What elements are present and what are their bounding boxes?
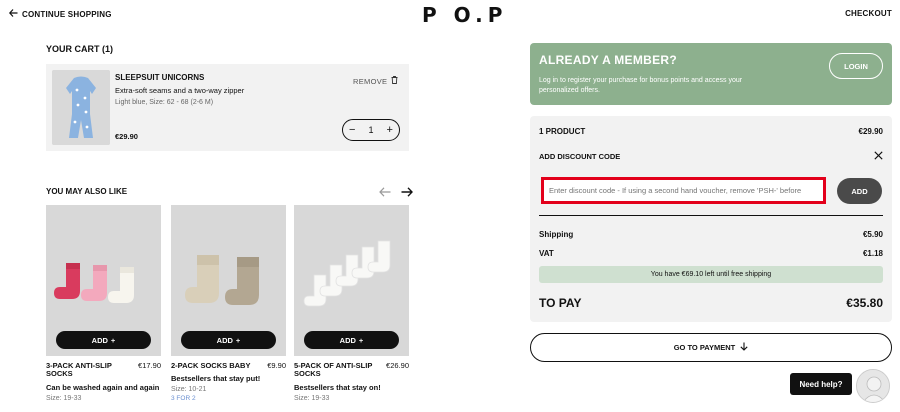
vat-line: VAT €1.18 bbox=[539, 249, 883, 258]
continue-shopping-link[interactable]: CONTINUE SHOPPING bbox=[8, 9, 112, 19]
discount-code-input[interactable] bbox=[541, 177, 826, 204]
discount-header: ADD DISCOUNT CODE bbox=[539, 152, 883, 161]
divider bbox=[539, 215, 883, 216]
go-to-payment-label: GO TO PAYMENT bbox=[673, 343, 736, 352]
close-icon[interactable] bbox=[874, 151, 883, 163]
apply-discount-button[interactable]: ADD bbox=[837, 178, 882, 204]
product-price: €9.90 bbox=[267, 361, 286, 370]
product-tagline: Can be washed again and again bbox=[46, 382, 160, 392]
product-info: 3-PACK ANTI-SLIP SOCKS €17.90 bbox=[46, 361, 161, 379]
plus-icon: + bbox=[358, 335, 364, 345]
product-size: Size: 19-33 bbox=[294, 394, 330, 402]
cart-item-name[interactable]: SLEEPSUIT UNICORNS bbox=[115, 73, 204, 82]
products-value: €29.90 bbox=[858, 127, 883, 136]
product-info: 2-PACK SOCKS BABY €9.90 bbox=[171, 361, 286, 370]
carousel-next-button[interactable] bbox=[401, 185, 413, 200]
login-button[interactable]: LOGIN bbox=[829, 53, 883, 79]
go-to-payment-button[interactable]: GO TO PAYMENT bbox=[530, 333, 892, 362]
shipping-line: Shipping €5.90 bbox=[539, 230, 883, 239]
cart-item-description: Extra-soft seams and a two-way zipper bbox=[115, 86, 245, 95]
checkout-label: CHECKOUT bbox=[845, 9, 892, 18]
vat-value: €1.18 bbox=[862, 249, 883, 258]
carousel-prev-button[interactable] bbox=[379, 185, 391, 200]
product-image[interactable]: ADD + bbox=[294, 205, 409, 356]
product-tagline: Bestsellers that stay put! bbox=[171, 374, 261, 384]
product-price: €17.90 bbox=[138, 361, 161, 370]
to-pay-value: €35.80 bbox=[846, 296, 883, 310]
need-help-button[interactable]: Need help? bbox=[790, 373, 852, 395]
decrease-quantity-button[interactable]: − bbox=[349, 124, 355, 136]
quantity-stepper: − 1 + bbox=[342, 119, 400, 141]
quantity-value: 1 bbox=[368, 125, 374, 135]
help-avatar[interactable] bbox=[856, 369, 890, 403]
member-text: Log in to register your purchase for bon… bbox=[539, 77, 743, 94]
increase-quantity-button[interactable]: + bbox=[387, 124, 393, 136]
plus-icon: + bbox=[110, 335, 116, 345]
product-info: 5-PACK OF ANTI-SLIP SOCKS €26.90 bbox=[294, 361, 409, 379]
discount-label: ADD DISCOUNT CODE bbox=[539, 152, 621, 161]
carousel-arrows bbox=[379, 185, 413, 200]
cart-item: SLEEPSUIT UNICORNS Extra-soft seams and … bbox=[46, 64, 409, 151]
products-line: 1 PRODUCT €29.90 bbox=[539, 127, 883, 136]
cart-item-price: €29.90 bbox=[115, 132, 138, 141]
product-card[interactable]: ADD + 5-PACK OF ANTI-SLIP SOCKS €26.90 B… bbox=[294, 205, 409, 402]
member-banner: ALREADY A MEMBER? Log in to register you… bbox=[530, 43, 892, 105]
product-image[interactable]: ADD + bbox=[171, 205, 286, 356]
products-label: 1 PRODUCT bbox=[539, 127, 586, 136]
arrow-left-icon bbox=[8, 9, 18, 19]
product-name[interactable]: 2-PACK SOCKS BABY bbox=[171, 361, 253, 370]
add-label: ADD bbox=[339, 335, 356, 345]
product-size: Size: 10-21 bbox=[171, 386, 207, 394]
product-name[interactable]: 3-PACK ANTI-SLIP SOCKS bbox=[46, 361, 128, 379]
recommendations-title: YOU MAY ALSO LIKE bbox=[46, 187, 128, 196]
top-bar: CONTINUE SHOPPING P O.P CHECKOUT bbox=[0, 0, 900, 30]
product-card[interactable]: ADD + 2-PACK SOCKS BABY €9.90 Bestseller… bbox=[171, 205, 286, 402]
product-image[interactable]: ADD + bbox=[46, 205, 161, 356]
product-size: Size: 19-33 bbox=[46, 394, 82, 402]
product-tagline: Bestsellers that stay on! bbox=[294, 382, 381, 392]
order-summary: 1 PRODUCT €29.90 ADD DISCOUNT CODE ADD S… bbox=[530, 116, 892, 322]
to-pay-line: TO PAY €35.80 bbox=[539, 296, 883, 310]
continue-shopping-label: CONTINUE SHOPPING bbox=[22, 9, 112, 19]
trash-icon bbox=[391, 76, 398, 86]
product-promo: 3 FOR 2 bbox=[171, 395, 196, 403]
product-card[interactable]: ADD + 3-PACK ANTI-SLIP SOCKS €17.90 Can … bbox=[46, 205, 161, 402]
brand-logo[interactable]: P O.P bbox=[422, 3, 507, 27]
add-to-cart-button[interactable]: ADD + bbox=[56, 331, 151, 349]
arrow-down-icon bbox=[740, 342, 748, 353]
plus-icon: + bbox=[235, 335, 241, 345]
cart-title: YOUR CART (1) bbox=[46, 44, 113, 54]
add-label: ADD bbox=[91, 335, 108, 345]
add-to-cart-button[interactable]: ADD + bbox=[181, 331, 276, 349]
remove-label: REMOVE bbox=[353, 76, 388, 86]
to-pay-label: TO PAY bbox=[539, 296, 582, 310]
cart-item-image[interactable] bbox=[52, 70, 110, 145]
product-name[interactable]: 5-PACK OF ANTI-SLIP SOCKS bbox=[294, 361, 376, 379]
remove-button[interactable]: REMOVE bbox=[353, 76, 398, 86]
product-price: €26.90 bbox=[386, 361, 409, 370]
member-title: ALREADY A MEMBER? bbox=[539, 53, 677, 67]
vat-label: VAT bbox=[539, 249, 554, 258]
free-shipping-note: You have €69.10 left until free shipping bbox=[539, 266, 883, 283]
shipping-label: Shipping bbox=[539, 230, 574, 239]
shipping-value: €5.90 bbox=[862, 230, 883, 239]
add-label: ADD bbox=[216, 335, 233, 345]
add-to-cart-button[interactable]: ADD + bbox=[304, 331, 399, 349]
cart-item-variant: Light blue, Size: 62 - 68 (2-6 M) bbox=[115, 99, 214, 106]
